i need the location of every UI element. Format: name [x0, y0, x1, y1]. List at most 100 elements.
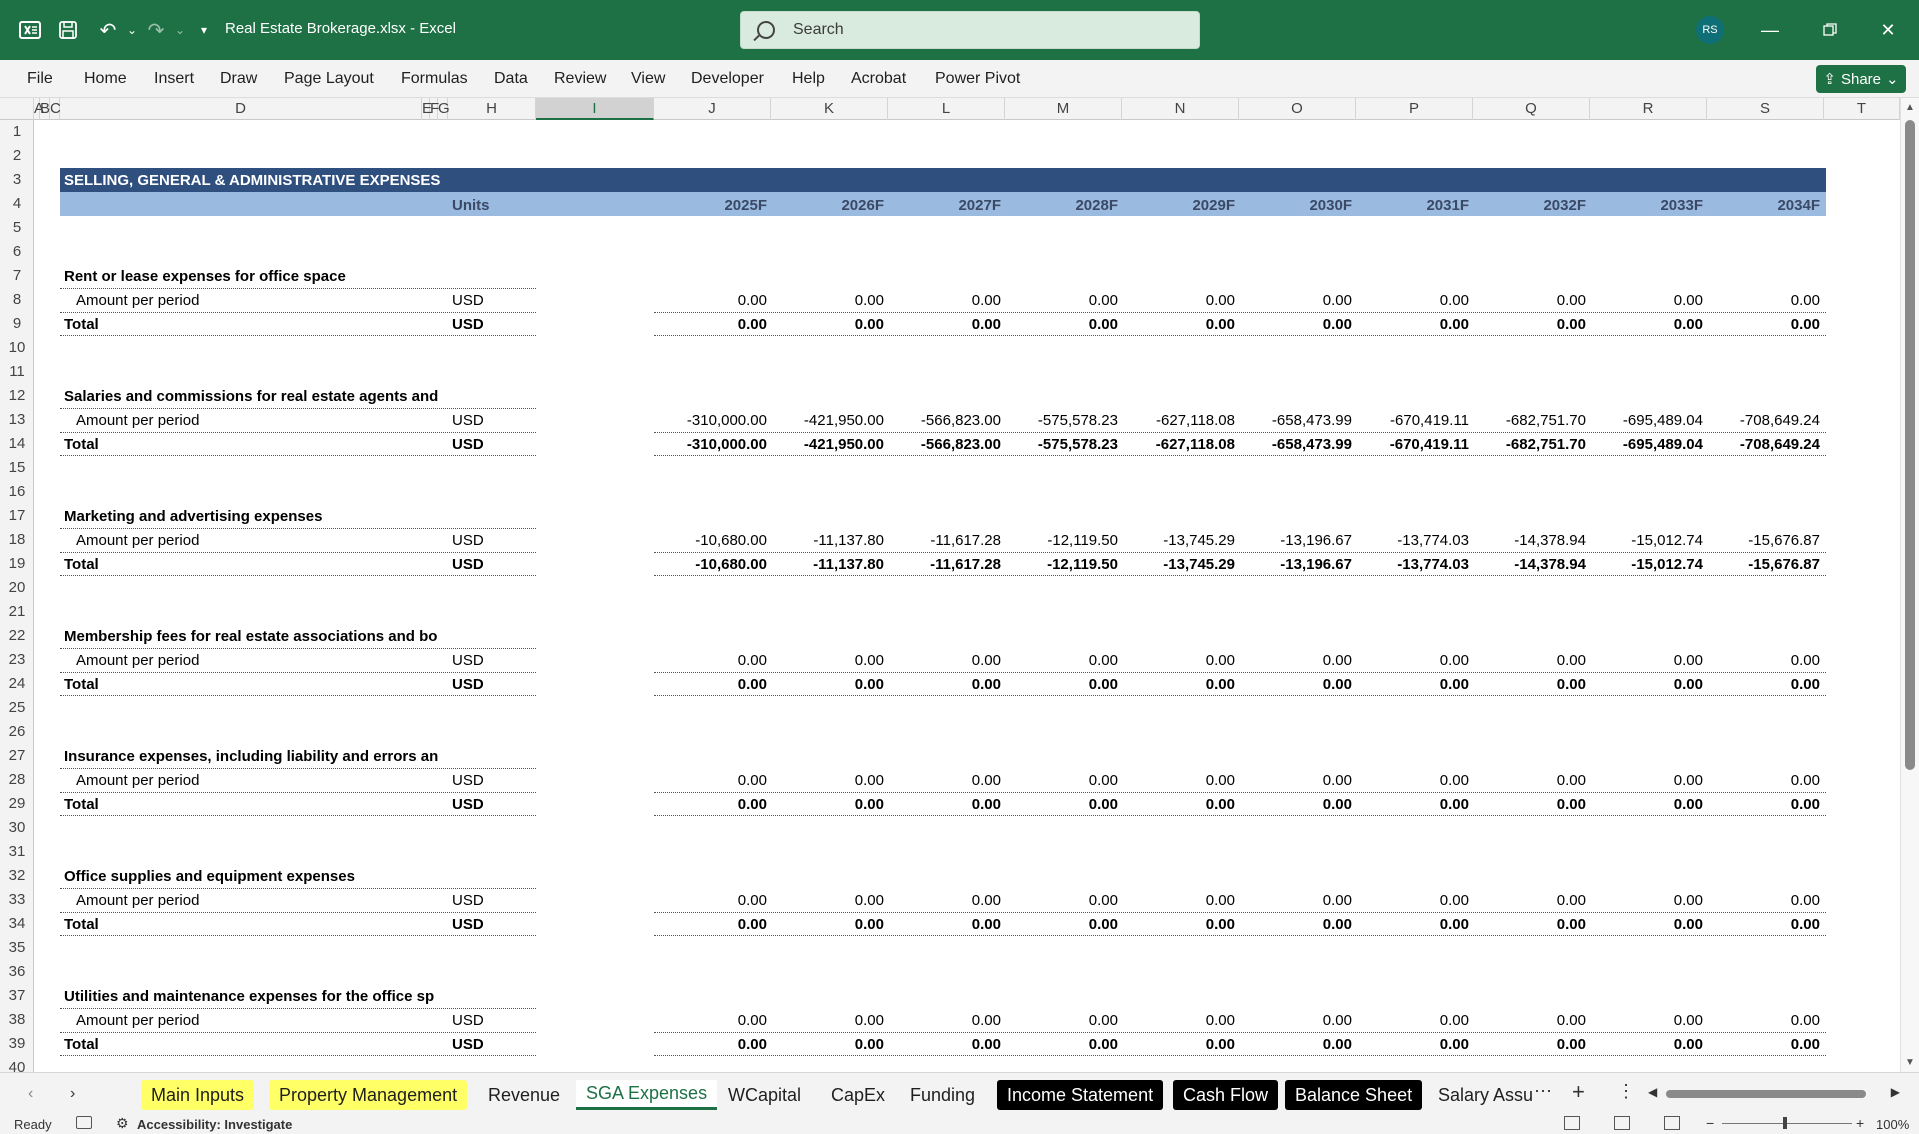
- worksheet-grid[interactable]: SELLING, GENERAL & ADMINISTRATIVE EXPENS…: [34, 120, 1900, 1072]
- unit-cell[interactable]: USD: [452, 292, 484, 309]
- total-cell[interactable]: 0.00: [1125, 916, 1235, 933]
- amount-cell[interactable]: 0.00: [1359, 772, 1469, 789]
- tab-salary-assu[interactable]: Salary Assu: [1428, 1080, 1543, 1110]
- amount-cell[interactable]: 0.00: [1593, 892, 1703, 909]
- year-header[interactable]: 2026F: [774, 197, 884, 214]
- total-cell[interactable]: 0.00: [1710, 916, 1820, 933]
- column-header-c[interactable]: C: [50, 98, 61, 120]
- row-header[interactable]: 18: [0, 528, 33, 552]
- year-header[interactable]: 2027F: [891, 197, 1001, 214]
- menu-page-layout[interactable]: Page Layout: [284, 70, 374, 88]
- tab-income-statement[interactable]: Income Statement: [997, 1080, 1164, 1110]
- column-header-l[interactable]: L: [888, 98, 1005, 120]
- row-header[interactable]: 27: [0, 744, 33, 768]
- row-header[interactable]: 34: [0, 912, 33, 936]
- total-cell[interactable]: 0.00: [891, 1036, 1001, 1053]
- year-header[interactable]: 2031F: [1359, 197, 1469, 214]
- total-cell[interactable]: -11,137.80: [774, 556, 884, 573]
- row-header[interactable]: 20: [0, 576, 33, 600]
- unit-cell[interactable]: USD: [452, 676, 484, 693]
- expense-title[interactable]: Utilities and maintenance expenses for t…: [64, 988, 448, 1005]
- zoom-slider[interactable]: [1722, 1123, 1852, 1124]
- unit-cell[interactable]: USD: [452, 796, 484, 813]
- amount-cell[interactable]: 0.00: [1125, 292, 1235, 309]
- amount-cell[interactable]: -310,000.00: [657, 412, 767, 429]
- select-all-corner[interactable]: [0, 98, 34, 120]
- chevron-right-icon[interactable]: ›: [70, 1085, 75, 1103]
- amount-cell[interactable]: 0.00: [1008, 652, 1118, 669]
- total-cell[interactable]: 0.00: [1476, 796, 1586, 813]
- total-cell[interactable]: -627,118.08: [1125, 436, 1235, 453]
- amount-cell[interactable]: -10,680.00: [657, 532, 767, 549]
- total-cell[interactable]: 0.00: [1710, 1036, 1820, 1053]
- normal-view-icon[interactable]: [1564, 1116, 1580, 1130]
- page-break-view-icon[interactable]: [1664, 1116, 1680, 1130]
- tab-funding[interactable]: Funding: [900, 1080, 985, 1110]
- row-header[interactable]: 26: [0, 720, 33, 744]
- zoom-in-icon[interactable]: +: [1856, 1115, 1864, 1131]
- total-cell[interactable]: -575,578.23: [1008, 436, 1118, 453]
- amount-cell[interactable]: -15,012.74: [1593, 532, 1703, 549]
- total-cell[interactable]: -310,000.00: [657, 436, 767, 453]
- column-header-b[interactable]: B: [40, 98, 50, 120]
- row-header[interactable]: 19: [0, 552, 33, 576]
- total-cell[interactable]: 0.00: [1710, 796, 1820, 813]
- total-label[interactable]: Total: [64, 916, 99, 933]
- total-cell[interactable]: 0.00: [1242, 916, 1352, 933]
- amount-cell[interactable]: 0.00: [1593, 652, 1703, 669]
- total-cell[interactable]: -10,680.00: [657, 556, 767, 573]
- amount-cell[interactable]: 0.00: [1593, 1012, 1703, 1029]
- restore-button[interactable]: [1810, 10, 1850, 50]
- chevron-left-icon[interactable]: ‹: [28, 1085, 33, 1103]
- expense-title[interactable]: Membership fees for real estate associat…: [64, 628, 448, 645]
- total-label[interactable]: Total: [64, 796, 99, 813]
- row-header[interactable]: 11: [0, 360, 33, 384]
- unit-cell[interactable]: USD: [452, 1036, 484, 1053]
- amount-cell[interactable]: 0.00: [774, 1012, 884, 1029]
- amount-cell[interactable]: 0.00: [774, 772, 884, 789]
- menu-acrobat[interactable]: Acrobat: [851, 70, 906, 88]
- tab-property-management[interactable]: Property Management: [269, 1080, 468, 1110]
- amount-cell[interactable]: 0.00: [1008, 1012, 1118, 1029]
- menu-help[interactable]: Help: [792, 70, 825, 88]
- row-header[interactable]: 29: [0, 792, 33, 816]
- tab-sga-expenses[interactable]: SGA Expenses: [576, 1080, 718, 1110]
- column-header-t[interactable]: T: [1824, 98, 1900, 120]
- total-cell[interactable]: -421,950.00: [774, 436, 884, 453]
- vertical-scroll-thumb[interactable]: [1905, 120, 1915, 770]
- total-cell[interactable]: 0.00: [1008, 676, 1118, 693]
- row-header[interactable]: 1: [0, 120, 33, 144]
- unit-cell[interactable]: USD: [452, 436, 484, 453]
- total-cell[interactable]: -15,012.74: [1593, 556, 1703, 573]
- amount-cell[interactable]: 0.00: [1359, 1012, 1469, 1029]
- total-cell[interactable]: 0.00: [1125, 1036, 1235, 1053]
- amount-cell[interactable]: 0.00: [1359, 652, 1469, 669]
- amount-cell[interactable]: 0.00: [1008, 772, 1118, 789]
- column-header-m[interactable]: M: [1005, 98, 1122, 120]
- amount-cell[interactable]: 0.00: [891, 292, 1001, 309]
- total-cell[interactable]: 0.00: [774, 916, 884, 933]
- total-cell[interactable]: 0.00: [1125, 316, 1235, 333]
- total-cell[interactable]: 0.00: [891, 316, 1001, 333]
- year-header[interactable]: 2030F: [1242, 197, 1352, 214]
- sheet-options-icon[interactable]: ⋮: [1617, 1081, 1635, 1102]
- year-header[interactable]: 2032F: [1476, 197, 1586, 214]
- close-button[interactable]: ✕: [1868, 10, 1908, 50]
- tab-cash-flow[interactable]: Cash Flow: [1173, 1080, 1279, 1110]
- amount-cell[interactable]: 0.00: [1125, 1012, 1235, 1029]
- total-cell[interactable]: 0.00: [774, 796, 884, 813]
- amount-cell[interactable]: 0.00: [657, 652, 767, 669]
- total-cell[interactable]: 0.00: [657, 1036, 767, 1053]
- amount-cell[interactable]: -670,419.11: [1359, 412, 1469, 429]
- total-cell[interactable]: 0.00: [1242, 1036, 1352, 1053]
- total-cell[interactable]: 0.00: [1593, 916, 1703, 933]
- expense-title[interactable]: Marketing and advertising expenses: [64, 508, 448, 525]
- vertical-scrollbar[interactable]: ▲ ▼: [1900, 98, 1919, 1072]
- row-header[interactable]: 6: [0, 240, 33, 264]
- row-header[interactable]: 14: [0, 432, 33, 456]
- total-cell[interactable]: 0.00: [1593, 316, 1703, 333]
- total-label[interactable]: Total: [64, 436, 99, 453]
- total-cell[interactable]: -11,617.28: [891, 556, 1001, 573]
- expense-title[interactable]: Rent or lease expenses for office space: [64, 268, 448, 285]
- row-header[interactable]: 13: [0, 408, 33, 432]
